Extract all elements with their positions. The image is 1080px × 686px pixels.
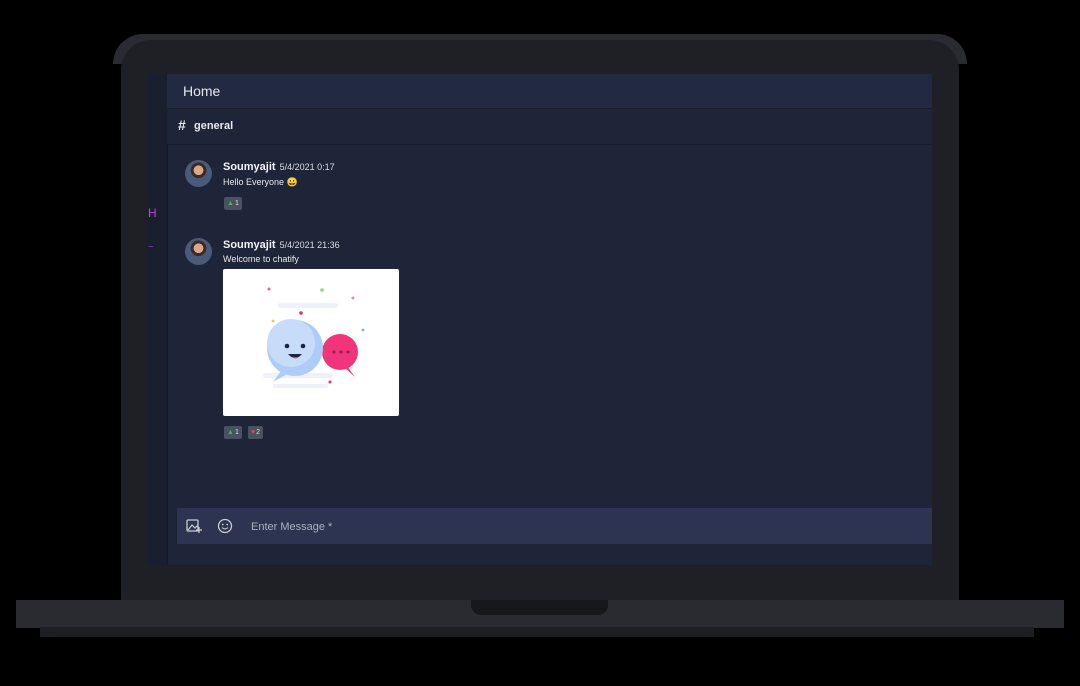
channel-name: general — [194, 120, 234, 132]
message-author: Soumyajit 5/4/2021 0:17 — [223, 161, 335, 173]
message-timestamp: 5/4/2021 21:36 — [279, 240, 340, 250]
sidebar-channel-icon[interactable]: H — [148, 206, 157, 220]
emoji-icon[interactable] — [216, 517, 234, 535]
message-input[interactable] — [249, 517, 653, 537]
heart-icon: ♥ — [251, 429, 256, 436]
message-timestamp: 5/4/2021 0:17 — [279, 162, 335, 172]
thumbs-up-icon: ▲ — [227, 429, 234, 436]
message-text: Welcome to chatify — [223, 254, 299, 264]
app-screen: H ~ Home # general Soumyajit 5/4/2021 0:1… — [147, 74, 932, 565]
add-image-icon[interactable] — [185, 517, 203, 535]
sidebar-item-icon[interactable]: ~ — [148, 242, 154, 253]
message-text: Hello Everyone 😀 — [223, 177, 298, 187]
message-composer — [177, 508, 932, 544]
chat-bubbles-illustration[interactable] — [223, 269, 399, 416]
thumbs-up-icon: ▲ — [227, 200, 234, 207]
channel-header: # general — [167, 109, 932, 145]
reaction-button[interactable]: ▲1 — [224, 426, 242, 439]
reaction-button[interactable]: ▲1 — [224, 197, 242, 210]
sidebar: H ~ — [147, 74, 168, 565]
laptop-base-shadow — [40, 627, 1034, 637]
avatar[interactable] — [185, 160, 212, 187]
reaction-button[interactable]: ♥2 — [248, 426, 264, 439]
message-item: Soumyajit 5/4/2021 21:36 Welcome to chati… — [185, 238, 585, 448]
hash-icon: # — [178, 117, 186, 133]
avatar[interactable] — [185, 238, 212, 265]
top-bar: Home — [167, 74, 932, 109]
message-author: Soumyajit 5/4/2021 21:36 — [223, 239, 340, 251]
page-title: Home — [183, 83, 221, 99]
message-item: Soumyajit 5/4/2021 0:17 Hello Everyone 😀 … — [185, 160, 585, 220]
laptop-notch — [471, 600, 608, 615]
